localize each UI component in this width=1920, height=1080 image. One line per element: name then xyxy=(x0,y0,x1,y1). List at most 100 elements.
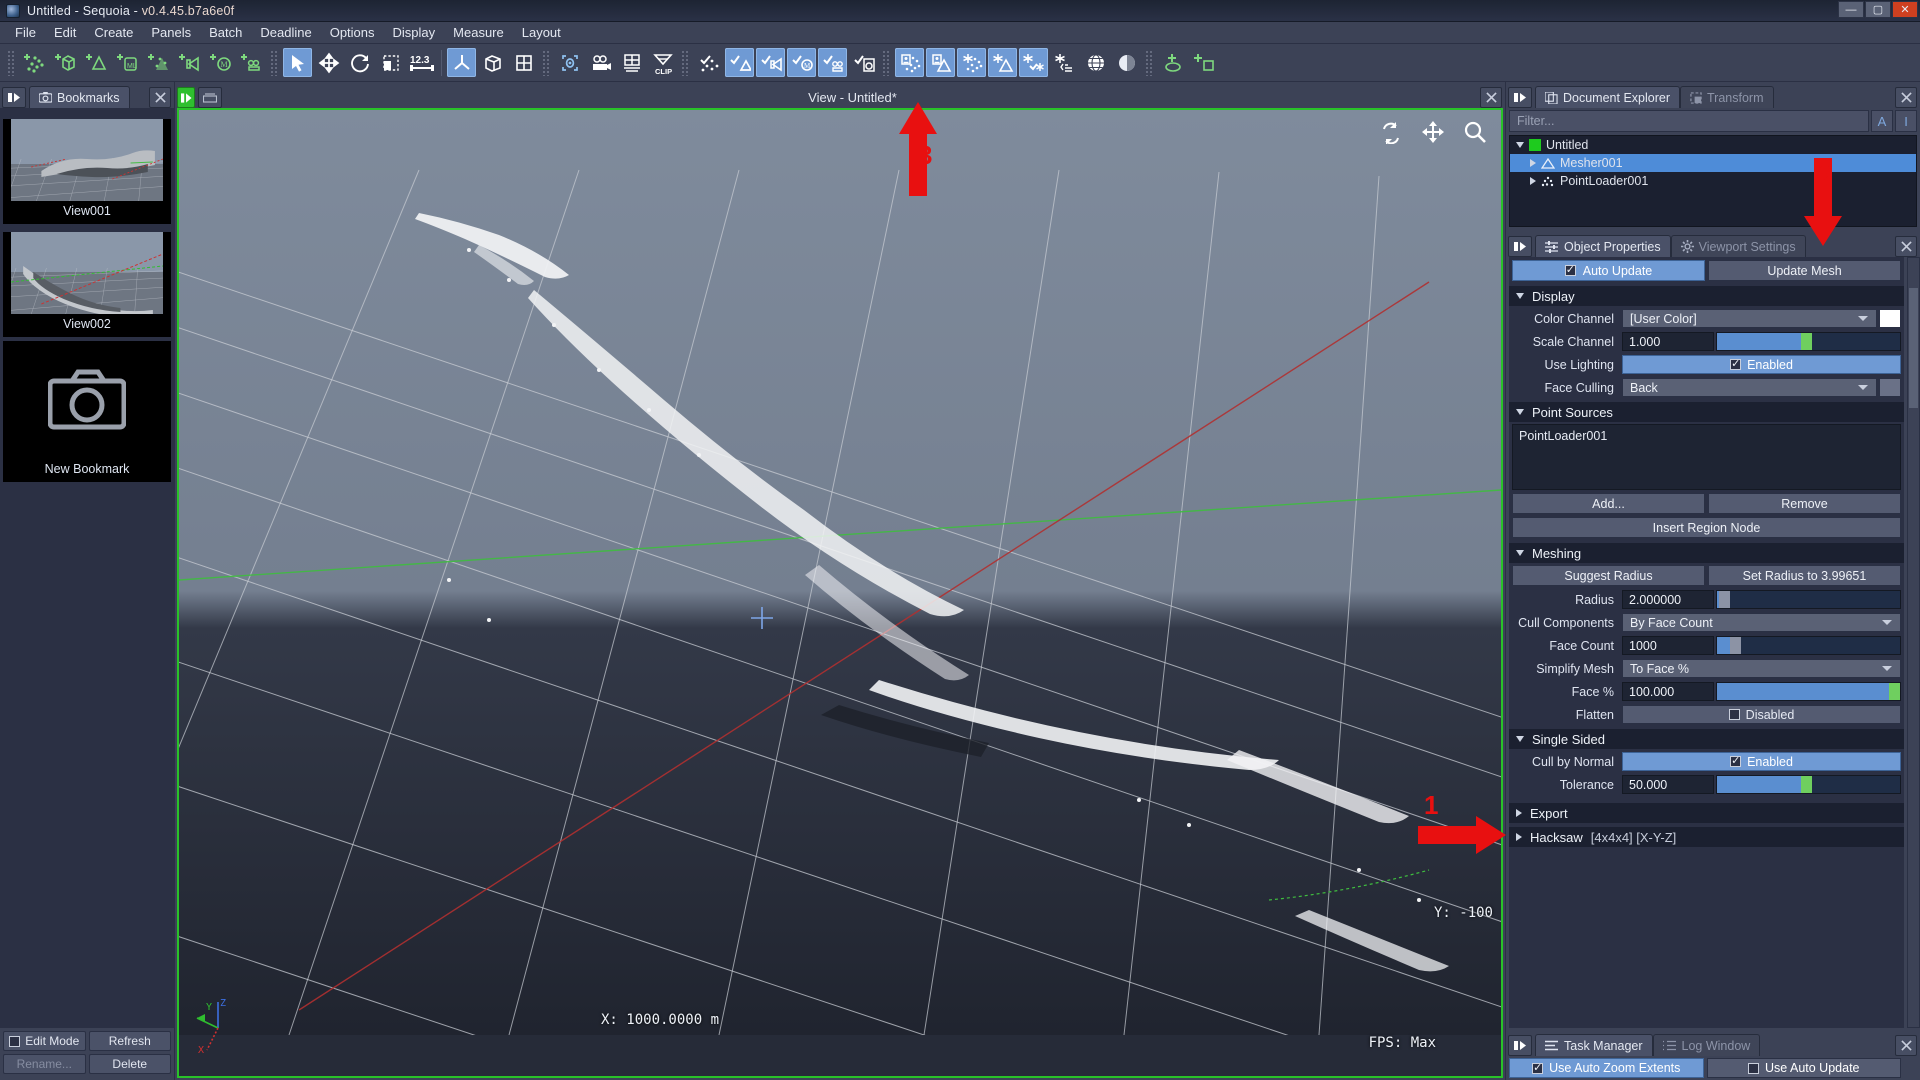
toolbar-grip-2[interactable] xyxy=(270,49,279,76)
explorer-pin-icon[interactable] xyxy=(1508,87,1532,108)
star-list-icon[interactable] xyxy=(1050,48,1079,77)
auto-zoom-checkbox[interactable] xyxy=(1532,1061,1544,1074)
auto-update-bottom-checkbox[interactable] xyxy=(1747,1062,1759,1074)
suggest-radius-button[interactable]: Suggest Radius xyxy=(1512,565,1705,586)
delete-button[interactable]: Delete xyxy=(88,1054,171,1074)
star-points-icon[interactable] xyxy=(957,48,986,77)
minimize-button[interactable]: — xyxy=(1838,1,1864,18)
grid-icon[interactable] xyxy=(509,48,538,77)
check-magma-icon[interactable]: M xyxy=(787,48,816,77)
menu-deadline[interactable]: Deadline xyxy=(251,23,320,42)
filter-type-button[interactable]: I xyxy=(1895,110,1917,132)
chevron-right-icon[interactable] xyxy=(1516,833,1522,841)
menu-options[interactable]: Options xyxy=(321,23,384,42)
region-select-icon[interactable] xyxy=(376,48,405,77)
flatten-checkbox[interactable] xyxy=(1728,709,1740,720)
cull-by-normal-checkbox[interactable] xyxy=(1730,754,1742,767)
menu-edit[interactable]: Edit xyxy=(45,23,85,42)
viewport-pin-icon[interactable] xyxy=(177,87,195,108)
simplify-mesh-combo[interactable]: To Face % xyxy=(1622,659,1901,678)
add-light-icon[interactable] xyxy=(1158,48,1187,77)
filter-alpha-button[interactable]: A xyxy=(1871,110,1893,132)
check-points-icon[interactable] xyxy=(694,48,723,77)
menu-batch[interactable]: Batch xyxy=(200,23,251,42)
tab-viewport-settings[interactable]: Viewport Settings xyxy=(1670,235,1806,257)
numeric-123-icon[interactable]: 12.3 xyxy=(407,48,436,77)
chevron-down-icon[interactable] xyxy=(1516,409,1524,415)
display-mesh-icon[interactable] xyxy=(926,48,955,77)
display-points-icon[interactable] xyxy=(895,48,924,77)
properties-pin-icon[interactable] xyxy=(1508,236,1532,257)
tab-document-explorer[interactable]: Document Explorer xyxy=(1535,86,1680,108)
update-mesh-button[interactable]: Update Mesh xyxy=(1708,260,1901,281)
tree-item-mesher001[interactable]: Mesher001 xyxy=(1510,154,1916,172)
pan-icon[interactable] xyxy=(1421,120,1445,147)
add-mesher-icon[interactable] xyxy=(82,48,111,77)
toolbar-grip[interactable] xyxy=(7,49,16,76)
color-swatch-button[interactable] xyxy=(1879,309,1901,328)
edit-mode-checkbox[interactable] xyxy=(9,1035,21,1047)
add-ml-icon[interactable]: ML xyxy=(113,48,142,77)
face-percent-slider[interactable] xyxy=(1716,682,1901,701)
maximize-button[interactable]: ▢ xyxy=(1865,1,1891,18)
section-hacksaw-header[interactable]: Hacksaw [4x4x4] [X-Y-Z] xyxy=(1509,827,1904,847)
menu-panels[interactable]: Panels xyxy=(142,23,200,42)
add-camera-view-icon[interactable] xyxy=(175,48,204,77)
face-culling-extra-button[interactable] xyxy=(1879,378,1901,397)
chevron-right-icon[interactable] xyxy=(1530,159,1536,167)
face-percent-value[interactable]: 100.000 xyxy=(1622,682,1714,701)
add-magma-icon[interactable]: M xyxy=(206,48,235,77)
scale-channel-slider[interactable] xyxy=(1716,332,1901,351)
rename-button[interactable]: Rename... xyxy=(3,1054,86,1074)
tab-object-properties[interactable]: Object Properties xyxy=(1535,235,1671,257)
section-export-header[interactable]: Export xyxy=(1509,803,1904,823)
target-icon[interactable] xyxy=(555,48,584,77)
properties-scrollbar[interactable] xyxy=(1907,257,1920,1028)
remove-point-source-button[interactable]: Remove xyxy=(1708,493,1901,514)
close-button[interactable]: ✕ xyxy=(1892,1,1918,18)
add-box-icon[interactable] xyxy=(51,48,80,77)
toolbar-grip-3[interactable] xyxy=(542,49,551,76)
zoom-icon[interactable] xyxy=(1463,120,1487,147)
radius-value[interactable]: 2.000000 xyxy=(1622,590,1714,609)
star-check-icon[interactable] xyxy=(1019,48,1048,77)
ground-grid-icon[interactable] xyxy=(617,48,646,77)
tree-item-pointloader001[interactable]: PointLoader001 xyxy=(1510,172,1916,190)
toolbar-grip-5[interactable] xyxy=(882,49,891,76)
clip-icon[interactable]: CLIP xyxy=(648,48,677,77)
menu-file[interactable]: File xyxy=(6,23,45,42)
face-culling-combo[interactable]: Back xyxy=(1622,378,1877,397)
bookmark-item-view001[interactable]: View001 xyxy=(3,119,171,224)
bottom-close-icon[interactable] xyxy=(1895,1035,1917,1056)
chevron-down-icon[interactable] xyxy=(1516,142,1524,148)
flatten-toggle[interactable]: Disabled xyxy=(1622,705,1901,724)
explorer-close-icon[interactable] xyxy=(1895,87,1917,108)
auto-update-button[interactable]: Auto Update xyxy=(1512,260,1705,281)
refresh-icon[interactable] xyxy=(1379,120,1403,147)
star-mesh-icon[interactable] xyxy=(988,48,1017,77)
properties-close-icon[interactable] xyxy=(1895,236,1917,257)
cull-components-combo[interactable]: By Face Count xyxy=(1622,613,1901,632)
cull-by-normal-toggle[interactable]: Enabled xyxy=(1622,752,1901,771)
tolerance-slider[interactable] xyxy=(1716,775,1901,794)
add-points-icon[interactable] xyxy=(20,48,49,77)
use-lighting-toggle[interactable]: Enabled xyxy=(1622,355,1901,374)
tab-bookmarks[interactable]: Bookmarks xyxy=(29,86,130,108)
menu-create[interactable]: Create xyxy=(85,23,142,42)
globe-icon[interactable] xyxy=(1081,48,1110,77)
menu-measure[interactable]: Measure xyxy=(444,23,513,42)
color-channel-combo[interactable]: [User Color] xyxy=(1622,309,1877,328)
tab-log-window[interactable]: Log Window xyxy=(1652,1034,1761,1056)
select-arrow-icon[interactable] xyxy=(283,48,312,77)
box-icon[interactable] xyxy=(478,48,507,77)
menu-display[interactable]: Display xyxy=(384,23,445,42)
filter-input[interactable]: Filter... xyxy=(1509,110,1869,132)
check-camera-icon[interactable] xyxy=(849,48,878,77)
move-icon[interactable] xyxy=(314,48,343,77)
close-icon[interactable] xyxy=(149,87,171,108)
point-source-item[interactable]: PointLoader001 xyxy=(1519,429,1894,443)
viewport-close-icon[interactable] xyxy=(1480,87,1502,108)
add-object-icon[interactable] xyxy=(1189,48,1218,77)
menu-layout[interactable]: Layout xyxy=(513,23,570,42)
chevron-right-icon[interactable] xyxy=(1530,177,1536,185)
